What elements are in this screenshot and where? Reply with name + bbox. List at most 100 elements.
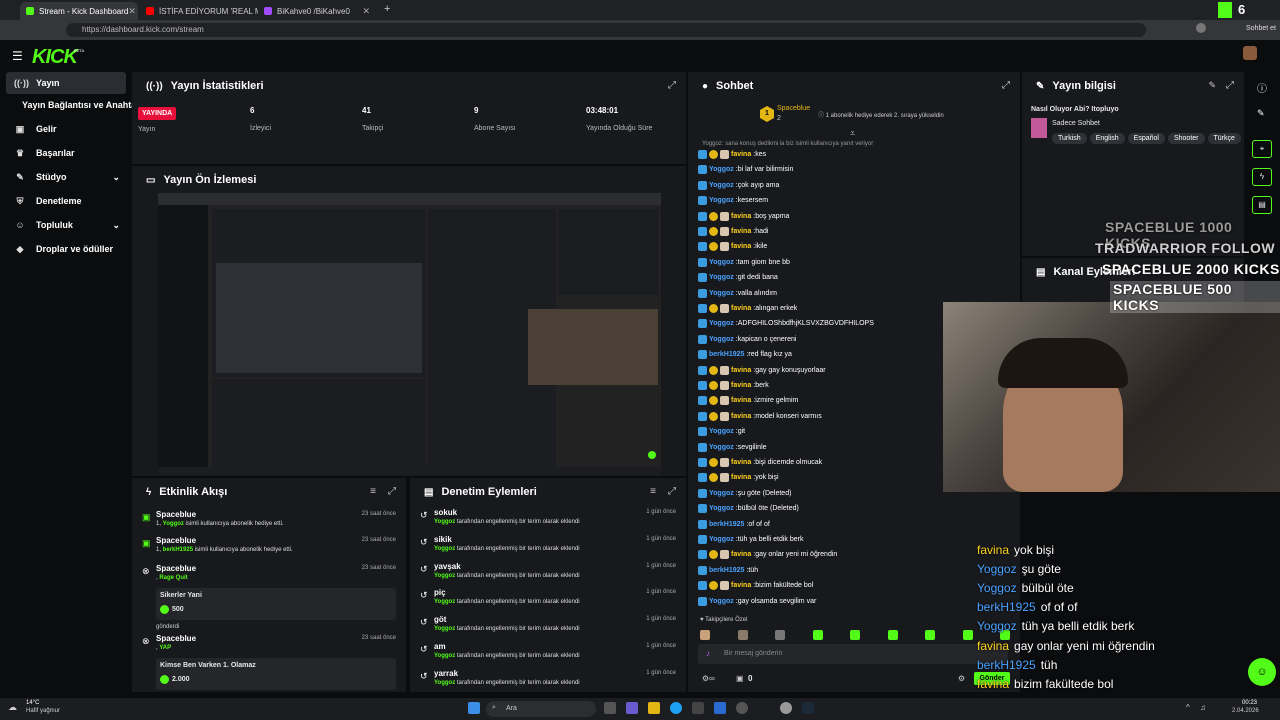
toolbar-button-icon[interactable]: ⌖ xyxy=(1252,140,1272,158)
steam-icon[interactable] xyxy=(802,702,814,714)
chat-message[interactable]: Yoggoz: çok ayıp ama xyxy=(698,178,1018,193)
chat-username[interactable]: berkH1925 xyxy=(709,567,744,574)
kick-logo[interactable]: KICK xyxy=(32,46,78,69)
chat-username[interactable]: favina xyxy=(731,582,751,589)
chat-username[interactable]: Yoggoz xyxy=(709,505,734,512)
store-icon[interactable] xyxy=(692,702,704,714)
chat-message[interactable]: favina: kes xyxy=(698,147,1018,162)
pencil-icon[interactable]: ✎ xyxy=(1257,108,1265,119)
chat-message[interactable]: favina: ikile xyxy=(698,239,1018,254)
info-icon[interactable]: ⓘ xyxy=(1257,80,1267,95)
chat-username[interactable]: Yoggoz xyxy=(709,336,734,343)
chat-username[interactable]: Yoggoz xyxy=(709,182,734,189)
windows-start-icon[interactable] xyxy=(468,702,480,714)
chat-username[interactable]: Yoggoz xyxy=(709,274,734,281)
filter-icon[interactable]: ≡ xyxy=(650,486,656,497)
expand-icon[interactable]: ⤢ xyxy=(388,486,396,497)
chat-username[interactable]: Yoggoz xyxy=(709,598,734,605)
chat-message[interactable]: Yoggoz: bülbül öte (Deleted) xyxy=(698,501,1018,516)
chat-username[interactable]: Yoggoz xyxy=(709,290,734,297)
profile-avatar[interactable] xyxy=(1196,23,1206,33)
file-explorer-icon[interactable] xyxy=(648,702,660,714)
chat-username[interactable]: Yoggoz xyxy=(709,444,734,451)
mic-icon[interactable]: ♪ xyxy=(706,649,710,658)
sidebar-item-gelir[interactable]: ▣ Gelir xyxy=(6,118,126,140)
chat-username[interactable]: favina xyxy=(731,305,751,312)
user-avatar[interactable] xyxy=(1243,46,1257,60)
emote-icon[interactable] xyxy=(775,630,785,640)
kick-extension-icon[interactable] xyxy=(1218,2,1232,18)
mail-icon[interactable] xyxy=(714,702,726,714)
sidebar-item-stream-key[interactable]: Yayın Bağlantısı ve Anahtarı xyxy=(6,94,142,116)
expand-icon[interactable]: ⤢ xyxy=(668,80,676,91)
emote-icon[interactable] xyxy=(850,630,860,640)
chat-username[interactable]: berkH1925 xyxy=(709,521,744,528)
emote-icon[interactable] xyxy=(737,630,748,640)
chat-message[interactable]: berkH1925: of of of xyxy=(698,517,1018,532)
chat-message[interactable]: favina: bizim fakültede bol xyxy=(698,578,1018,593)
close-tab-icon[interactable]: ✕ xyxy=(362,6,370,17)
chat-username[interactable]: favina xyxy=(731,382,751,389)
expand-icon[interactable]: ⤢ xyxy=(668,486,676,497)
chat-message[interactable]: Yoggoz: kesersem xyxy=(698,193,1018,208)
chat-with-button[interactable]: Sohbet et xyxy=(1246,25,1276,32)
chat-username[interactable]: Yoggoz xyxy=(709,320,734,327)
chat-message[interactable]: favina: gay onlar yeni mi öğrendin xyxy=(698,547,1018,562)
chat-message[interactable]: Yoggoz: valla alındım xyxy=(698,286,1018,301)
chat-message[interactable]: berkH1925: tüh xyxy=(698,563,1018,578)
chat-username[interactable]: Yoggoz xyxy=(709,490,734,497)
chat-username[interactable]: favina xyxy=(731,151,751,158)
new-tab-icon[interactable]: + xyxy=(384,3,390,15)
browser-tab-twitch[interactable]: BiKahve0 /BiKahve0 ✕ xyxy=(258,2,376,20)
chat-message[interactable]: Yoggoz: tam giom bne bb xyxy=(698,255,1018,270)
mic-tray-icon[interactable]: ♫ xyxy=(1200,703,1206,712)
chat-fab-icon[interactable]: ☺ xyxy=(1248,658,1276,686)
emote-icon[interactable] xyxy=(887,630,898,640)
task-view-icon[interactable] xyxy=(604,702,616,714)
chat-message[interactable]: favina: boş yapma xyxy=(698,209,1018,224)
emote-icon[interactable] xyxy=(812,630,823,640)
url-field[interactable]: https://dashboard.kick.com/stream xyxy=(66,23,1146,37)
tray-chevron-icon[interactable]: ^ xyxy=(1186,703,1190,712)
chat-message[interactable]: Yoggoz: gay olsamda sevgilim var xyxy=(698,594,1018,609)
chat-input[interactable]: ♪ Bir mesaj gönderin xyxy=(698,644,1008,664)
sidebar-item-studyo[interactable]: ✎ Stüdyo ⌄ xyxy=(6,166,126,188)
edit-icon[interactable]: ✎ xyxy=(1208,80,1216,91)
sidebar-item-basarilar[interactable]: ♛ Başarılar xyxy=(6,142,126,164)
chat-username[interactable]: favina xyxy=(731,213,751,220)
chat-username[interactable]: berkH1925 xyxy=(709,351,744,358)
sidebar-item-yayin[interactable]: ((·)) Yayın xyxy=(6,72,126,94)
chat-username[interactable]: favina xyxy=(731,551,751,558)
chat-username[interactable]: Yoggoz xyxy=(709,536,734,543)
toolbar-button-icon[interactable]: ϟ xyxy=(1252,168,1272,186)
chat-username[interactable]: Yoggoz xyxy=(709,428,734,435)
chat-message[interactable]: favina: hadi xyxy=(698,224,1018,239)
browser-tab-kick[interactable]: Stream - Kick Dashboard ✕ xyxy=(20,2,138,20)
sidebar-item-topluluk[interactable]: ☺ Topluluk ⌄ xyxy=(6,214,126,236)
edge-icon[interactable] xyxy=(670,702,682,714)
chat-username[interactable]: favina xyxy=(731,367,751,374)
chat-username[interactable]: favina xyxy=(731,413,751,420)
chat-message[interactable]: Yoggoz: git dedi bana xyxy=(698,270,1018,285)
chat-message[interactable]: Yoggoz: bi laf var bilirmisin xyxy=(698,162,1018,177)
sidebar-item-droplar[interactable]: ◆ Droplar ve ödüller xyxy=(6,238,126,260)
chat-username[interactable]: favina xyxy=(731,397,751,404)
chat-message[interactable]: Yoggoz: tüh ya belli etdik berk xyxy=(698,532,1018,547)
taskbar-search[interactable]: ⌕ Ara xyxy=(486,701,596,717)
chat-username[interactable]: Yoggoz xyxy=(709,166,734,173)
chat-username[interactable]: favina xyxy=(731,243,751,250)
emote-icon[interactable] xyxy=(962,630,973,640)
stream-preview-video[interactable] xyxy=(158,193,661,475)
emote-icon[interactable] xyxy=(925,630,935,640)
close-tab-icon[interactable]: ✕ xyxy=(128,6,136,17)
filter-icon[interactable]: ≡ xyxy=(370,486,376,497)
gift-icon[interactable]: ▣ xyxy=(736,674,744,683)
obs-icon[interactable] xyxy=(736,702,748,714)
copilot-icon[interactable] xyxy=(626,702,638,714)
settings-icon[interactable]: ⚙∞ xyxy=(702,674,715,683)
emote-icon[interactable] xyxy=(700,630,710,640)
sidebar-item-denetleme[interactable]: ⛨ Denetleme xyxy=(6,190,126,212)
chat-username[interactable]: favina xyxy=(731,474,751,481)
chat-username[interactable]: favina xyxy=(731,228,751,235)
menu-icon[interactable]: ☰ xyxy=(12,49,23,63)
